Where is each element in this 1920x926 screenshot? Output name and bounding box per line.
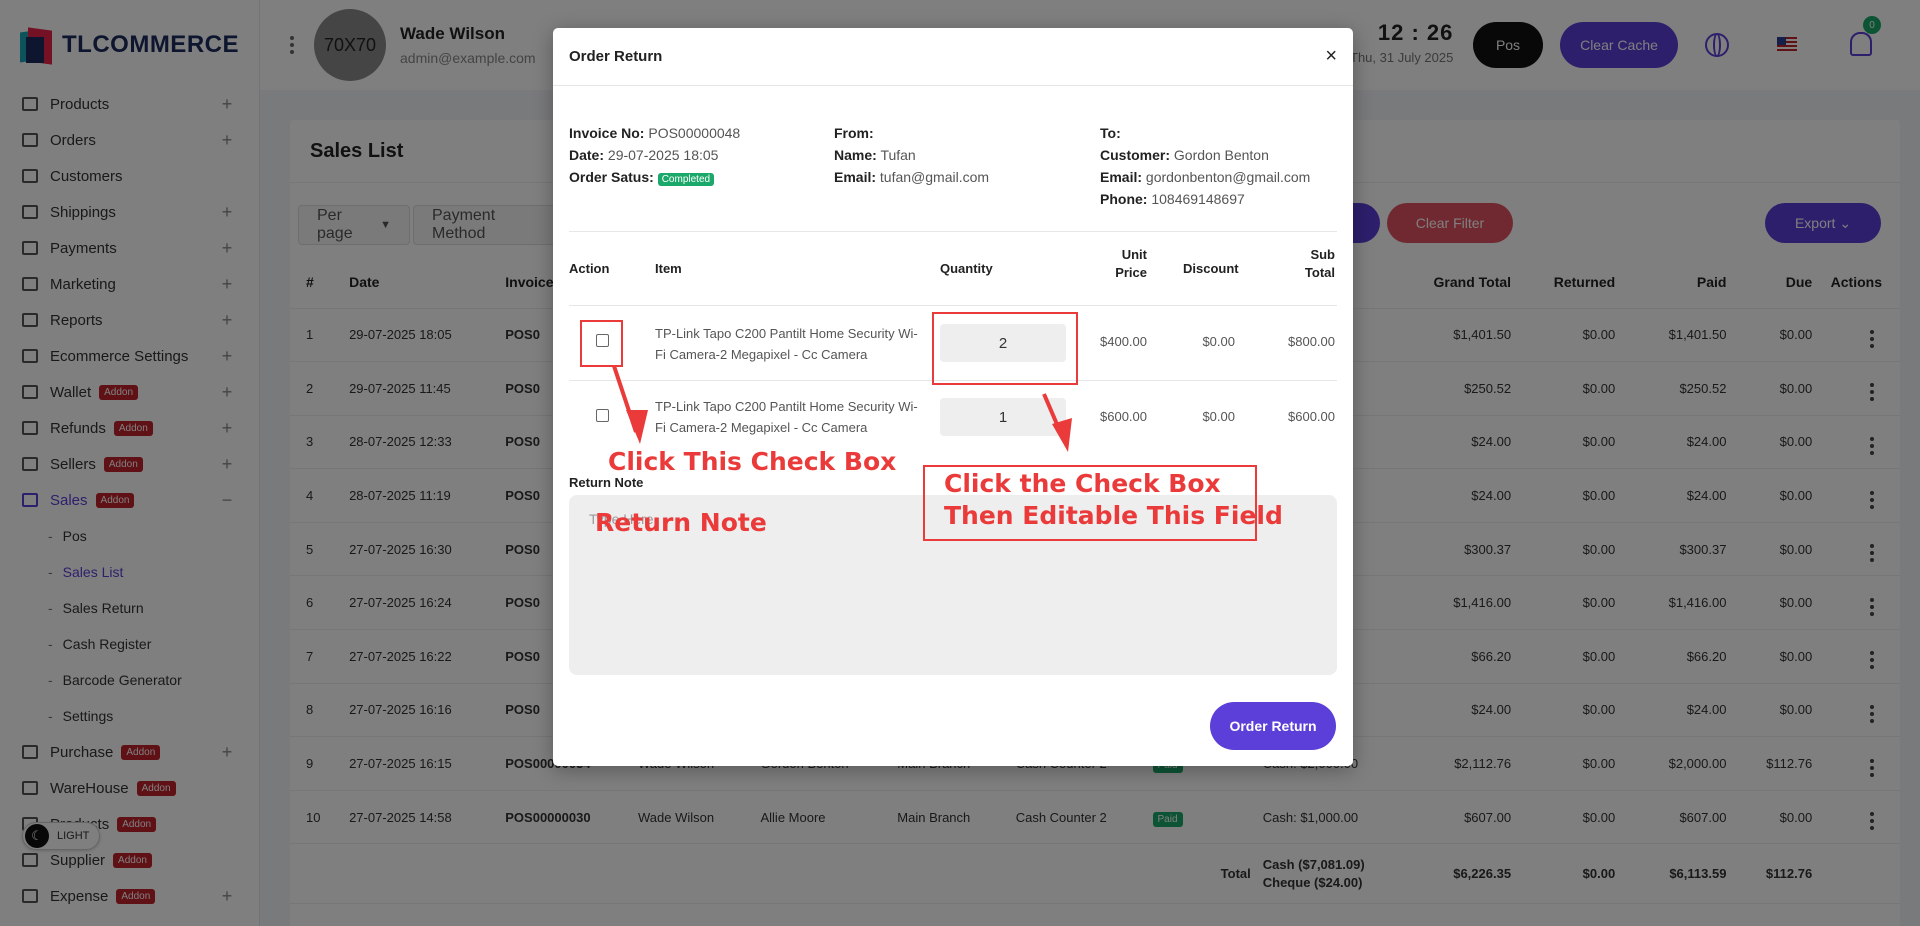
annotation-note-hint: Return Note bbox=[595, 508, 767, 537]
return-note-label: Return Note bbox=[569, 475, 644, 490]
discount: $0.00 bbox=[1202, 334, 1235, 349]
annotation-quantity-hint: Click the Check Box Then Editable This F… bbox=[944, 469, 1283, 530]
modal-header: Order Return × bbox=[553, 28, 1353, 86]
invoice-number: POS00000048 bbox=[648, 125, 741, 141]
close-icon[interactable]: × bbox=[1325, 45, 1337, 68]
item-name: TP-Link Tapo C200 Pantilt Home Security … bbox=[655, 326, 918, 362]
col-item: Item bbox=[655, 261, 682, 276]
customer-email: gordonbenton@gmail.com bbox=[1145, 169, 1311, 185]
col-quantity: Quantity bbox=[940, 261, 993, 276]
discount: $0.00 bbox=[1202, 409, 1235, 424]
item-name: TP-Link Tapo C200 Pantilt Home Security … bbox=[655, 399, 918, 435]
from-label: From: bbox=[834, 125, 874, 141]
divider bbox=[569, 231, 1337, 232]
annotation-checkbox-hint: Click This Check Box bbox=[608, 447, 897, 476]
unit-price: $600.00 bbox=[1100, 409, 1147, 424]
order-return-modal: Order Return × Invoice No: POS00000048 D… bbox=[553, 28, 1353, 766]
invoice-date: 29-07-2025 18:05 bbox=[607, 147, 719, 163]
invoice-line: Invoice No: POS00000048 bbox=[569, 125, 741, 141]
date-line: Date: 29-07-2025 18:05 bbox=[569, 147, 719, 163]
col-subtotal: Sub Total bbox=[1304, 247, 1335, 280]
customer-name: Gordon Benton bbox=[1173, 147, 1269, 163]
col-action: Action bbox=[569, 261, 610, 276]
modal-title: Order Return bbox=[569, 48, 663, 65]
annotation-box-quantity bbox=[932, 312, 1078, 385]
customer-phone: 108469148697 bbox=[1151, 191, 1245, 207]
subtotal: $800.00 bbox=[1288, 334, 1335, 349]
annotation-box-checkbox bbox=[580, 320, 623, 367]
quantity-input[interactable]: 1 bbox=[940, 398, 1066, 436]
from-email: tufan@gmail.com bbox=[879, 169, 990, 185]
to-label: To: bbox=[1100, 125, 1121, 141]
divider bbox=[569, 305, 1337, 306]
col-discount: Discount bbox=[1183, 261, 1239, 276]
from-name: Tufan bbox=[880, 147, 916, 163]
invoice-info: Invoice No: POS00000048 Date: 29-07-2025… bbox=[569, 122, 740, 191]
subtotal: $600.00 bbox=[1288, 409, 1335, 424]
to-info: To: Customer: Gordon Benton Email: gordo… bbox=[1100, 125, 1311, 207]
unit-price: $400.00 bbox=[1100, 334, 1147, 349]
return-item-checkbox[interactable] bbox=[596, 409, 609, 422]
col-unit-price: Unit Price bbox=[1115, 247, 1147, 280]
order-return-button[interactable]: Order Return bbox=[1210, 702, 1336, 750]
from-info: From: Name: Tufan Email: tufan@gmail.com bbox=[834, 125, 990, 185]
status-line: Order Satus: Completed bbox=[569, 166, 740, 191]
status-badge: Completed bbox=[657, 173, 715, 186]
